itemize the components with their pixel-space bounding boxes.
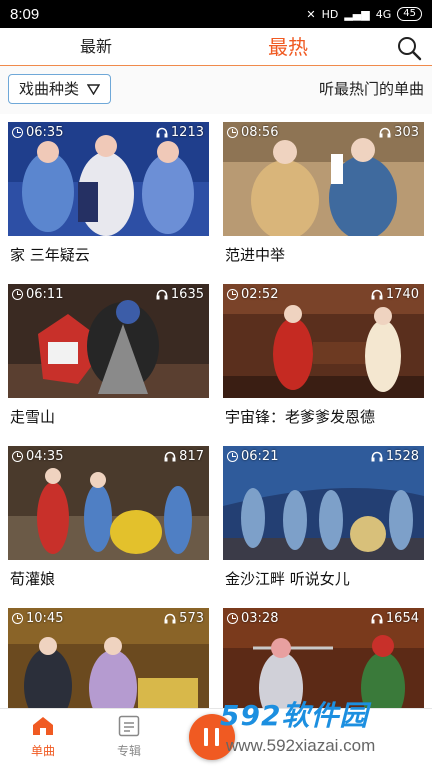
song-title[interactable]: 宇宙锋：老爹爹发恩德 xyxy=(225,406,375,427)
mute-icon: ✕ xyxy=(306,7,316,21)
duration-badge: 06:35 xyxy=(12,125,63,140)
song-thumbnail[interactable]: 04:35 817 xyxy=(8,446,209,560)
play-count-badge: 1635 xyxy=(156,287,204,302)
headphones-icon xyxy=(379,127,391,138)
nav-album[interactable]: 专辑 xyxy=(99,715,159,759)
play-count-badge: 1528 xyxy=(371,449,419,464)
battery-icon: 45 xyxy=(397,7,422,21)
tab-latest[interactable]: 最新 xyxy=(80,28,112,66)
song-title[interactable]: 家 三年疑云 xyxy=(10,244,90,265)
duration-badge: 06:11 xyxy=(12,287,63,302)
play-count-badge: 817 xyxy=(164,449,204,464)
hd-label: HD xyxy=(321,7,339,21)
duration-badge: 02:52 xyxy=(227,287,278,302)
song-title[interactable]: 金沙江畔 听说女儿 xyxy=(225,568,350,589)
opera-category-dropdown[interactable]: 戏曲种类 xyxy=(8,74,112,104)
song-thumbnail[interactable]: 08:56 303 xyxy=(223,122,424,236)
song-thumbnail[interactable]: 06:35 1213 xyxy=(8,122,209,236)
song-thumbnail[interactable]: 06:21 1528 xyxy=(223,446,424,560)
song-title[interactable]: 走雪山 xyxy=(10,406,55,427)
nav-songs-label: 单曲 xyxy=(30,744,55,758)
album-list-icon xyxy=(118,715,140,737)
play-count-badge: 1740 xyxy=(371,287,419,302)
clock-icon xyxy=(12,451,23,462)
play-count-badge: 303 xyxy=(379,125,419,140)
headphones-icon xyxy=(371,451,383,462)
duration-badge: 04:35 xyxy=(12,449,63,464)
song-card[interactable]: 06:35 1213 家 三年疑云 xyxy=(8,122,209,276)
watermark: 592软件园 www.592xiazai.com xyxy=(212,688,432,768)
network-label: 4G xyxy=(375,7,392,21)
song-card[interactable]: 06:21 1528 金沙江畔 听说女儿 xyxy=(223,446,424,600)
song-thumbnail[interactable]: 06:11 1635 xyxy=(8,284,209,398)
status-time: 8:09 xyxy=(10,5,40,23)
duration-badge: 03:28 xyxy=(227,611,278,626)
pause-icon xyxy=(204,728,208,746)
signal-icon: ▂▄▆ xyxy=(344,7,370,21)
clock-icon xyxy=(12,613,23,624)
hottest-hint: 听最热门的单曲 xyxy=(318,80,424,98)
clock-icon xyxy=(227,451,238,462)
headphones-icon xyxy=(164,613,176,624)
song-title[interactable]: 范进中举 xyxy=(225,244,285,265)
headphones-icon xyxy=(371,613,383,624)
watermark-logo: 592软件园 xyxy=(220,699,369,732)
clock-icon xyxy=(12,127,23,138)
home-icon xyxy=(33,717,53,735)
nav-album-label: 专辑 xyxy=(116,744,141,758)
headphones-icon xyxy=(371,289,383,300)
status-icons: ✕ HD ▂▄▆ 4G 45 xyxy=(306,7,422,21)
song-card[interactable]: 08:56 303 范进中举 xyxy=(223,122,424,276)
nav-songs[interactable]: 单曲 xyxy=(13,715,73,759)
status-bar: 8:09 ✕ HD ▂▄▆ 4G 45 xyxy=(0,0,432,28)
filter-bar: 戏曲种类 听最热门的单曲 xyxy=(0,66,432,114)
duration-badge: 08:56 xyxy=(227,125,278,140)
headphones-icon xyxy=(156,289,168,300)
headphones-icon xyxy=(156,127,168,138)
play-count-badge: 1213 xyxy=(156,125,204,140)
clock-icon xyxy=(227,613,238,624)
duration-badge: 10:45 xyxy=(12,611,63,626)
tab-hottest[interactable]: 最热 xyxy=(268,28,308,66)
song-card[interactable]: 04:35 817 荀灌娘 xyxy=(8,446,209,600)
clock-icon xyxy=(12,289,23,300)
watermark-url: www.592xiazai.com xyxy=(226,736,376,755)
song-title[interactable]: 荀灌娘 xyxy=(10,568,55,589)
song-thumbnail[interactable]: 10:45 573 xyxy=(8,608,209,722)
clock-icon xyxy=(227,127,238,138)
search-icon[interactable] xyxy=(396,35,422,61)
headphones-icon xyxy=(164,451,176,462)
play-count-badge: 1654 xyxy=(371,611,419,626)
song-card[interactable]: 06:11 1635 走雪山 xyxy=(8,284,209,438)
play-count-badge: 573 xyxy=(164,611,204,626)
clock-icon xyxy=(227,289,238,300)
duration-badge: 06:21 xyxy=(227,449,278,464)
song-card[interactable]: 02:52 1740 宇宙锋：老爹爹发恩德 xyxy=(223,284,424,438)
triangle-down-icon xyxy=(87,83,101,95)
top-header: 最新 最热 xyxy=(0,28,432,66)
song-thumbnail[interactable]: 02:52 1740 xyxy=(223,284,424,398)
opera-category-label: 戏曲种类 xyxy=(19,80,80,98)
